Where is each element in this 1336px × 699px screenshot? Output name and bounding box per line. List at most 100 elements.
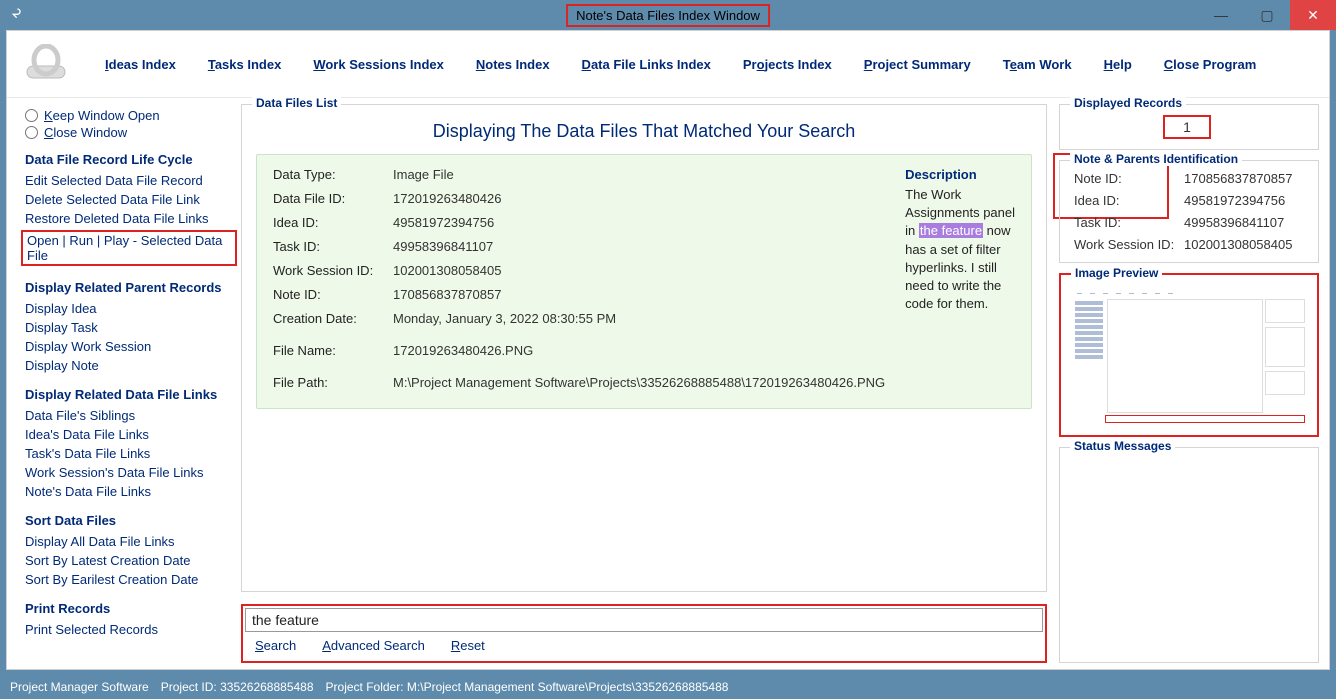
v-parents-note: 170856837870857 (1184, 171, 1304, 186)
menu-project-summary[interactable]: Project Summary (864, 57, 971, 72)
menu-team-work[interactable]: Team Work (1003, 57, 1072, 72)
search-area-annotation: Search Advanced Search Reset (241, 604, 1047, 663)
menu-notes-index[interactable]: Notes Index (476, 57, 550, 72)
radio-keep-window-open[interactable]: Keep Window Open (25, 108, 237, 123)
k-ws-id: Work Session ID: (273, 263, 393, 278)
sidebar-ws-links[interactable]: Work Session's Data File Links (25, 463, 237, 482)
sidebar-task-links[interactable]: Task's Data File Links (25, 444, 237, 463)
maximize-button[interactable]: ▢ (1244, 0, 1290, 30)
menu-projects-index[interactable]: Projects Index (743, 57, 832, 72)
note-parents-panel: Note & Parents Identification Note ID: 1… (1059, 160, 1319, 263)
status-bar: Project Manager Software Project ID: 335… (0, 676, 1336, 698)
description-head: Description (905, 167, 1015, 182)
v-ws-id: 102001308058405 (393, 263, 885, 278)
menu-ideas-index[interactable]: Ideas Index (105, 57, 176, 72)
sidebar-restore-links[interactable]: Restore Deleted Data File Links (25, 209, 237, 228)
sidebar-sort-earliest[interactable]: Sort By Earilest Creation Date (25, 570, 237, 589)
record-card[interactable]: Data Type: Image File Data File ID: 1720… (256, 154, 1032, 409)
sidebar-delete-link[interactable]: Delete Selected Data File Link (25, 190, 237, 209)
k-data-file-id: Data File ID: (273, 191, 393, 206)
k-task-id: Task ID: (273, 239, 393, 254)
sidebar: Keep Window Open Close Window Data File … (7, 98, 237, 669)
title-bar: Note's Data Files Index Window — ▢ ✕ (0, 0, 1336, 30)
top-menu: Ideas Index Tasks Index Work Sessions In… (7, 31, 1329, 98)
sidebar-edit-record[interactable]: Edit Selected Data File Record (25, 171, 237, 190)
v-file-path: M:\Project Management Software\Projects\… (393, 375, 885, 390)
radio-close-input[interactable] (25, 126, 38, 139)
k-parents-note: Note ID: (1074, 171, 1184, 186)
window-title: Note's Data Files Index Window (576, 8, 760, 23)
k-file-path: File Path: (273, 375, 393, 390)
sidebar-open-run-play[interactable]: Open | Run | Play - Selected Data File (25, 228, 237, 268)
minimize-button[interactable]: — (1198, 0, 1244, 30)
k-parents-idea: Idea ID: (1074, 193, 1184, 208)
status-messages-legend: Status Messages (1070, 439, 1175, 453)
v-data-type: Image File (393, 167, 885, 182)
sidebar-display-worksession[interactable]: Display Work Session (25, 337, 237, 356)
displayed-records-legend: Displayed Records (1070, 96, 1186, 110)
k-idea-id: Idea ID: (273, 215, 393, 230)
sidebar-sort-latest[interactable]: Sort By Latest Creation Date (25, 551, 237, 570)
v-idea-id: 49581972394756 (393, 215, 885, 230)
v-note-id: 170856837870857 (393, 287, 885, 302)
v-parents-ws: 102001308058405 (1184, 237, 1304, 252)
description-text: The Work Assignments panel in the featur… (905, 186, 1015, 313)
advanced-search-button[interactable]: Advanced Search (322, 638, 425, 653)
close-button[interactable]: ✕ (1290, 0, 1336, 30)
displayed-records-panel: Displayed Records 1 (1059, 104, 1319, 150)
right-column: Displayed Records 1 Note & Parents Ident… (1057, 98, 1329, 669)
search-input[interactable] (245, 608, 1043, 632)
menu-ideas-label: deas Index (109, 57, 176, 72)
image-preview-legend: Image Preview (1071, 266, 1162, 280)
sidebar-note-links[interactable]: Note's Data File Links (25, 482, 237, 501)
v-task-id: 49958396841107 (393, 239, 885, 254)
image-preview-thumbnail[interactable]: ———————— (1069, 285, 1309, 427)
sidebar-siblings[interactable]: Data File's Siblings (25, 406, 237, 425)
list-title: Displaying The Data Files That Matched Y… (256, 121, 1032, 142)
k-file-name: File Name: (273, 343, 393, 358)
status-app-name: Project Manager Software (10, 680, 149, 694)
radio-keep-open-input[interactable] (25, 109, 38, 122)
v-parents-task: 49958396841107 (1184, 215, 1304, 230)
image-preview-panel: Image Preview ———————— (1059, 273, 1319, 437)
sidebar-display-note[interactable]: Display Note (25, 356, 237, 375)
reset-button[interactable]: Reset (451, 638, 485, 653)
search-button[interactable]: Search (255, 638, 296, 653)
status-project-id: Project ID: 33526268885488 (161, 680, 314, 694)
sidebar-display-all[interactable]: Display All Data File Links (25, 532, 237, 551)
sidebar-idea-links[interactable]: Idea's Data File Links (25, 425, 237, 444)
k-data-type: Data Type: (273, 167, 393, 182)
v-data-file-id: 172019263480426 (393, 191, 885, 206)
note-parents-legend: Note & Parents Identification (1070, 152, 1242, 166)
k-parents-ws: Work Session ID: (1074, 237, 1184, 252)
menu-close-program[interactable]: Close Program (1164, 57, 1256, 72)
menu-help[interactable]: Help (1104, 57, 1132, 72)
v-creation-date: Monday, January 3, 2022 08:30:55 PM (393, 311, 885, 326)
data-files-list-legend: Data Files List (252, 96, 341, 110)
sidebar-display-task[interactable]: Display Task (25, 318, 237, 337)
section-links-head: Display Related Data File Links (25, 387, 237, 402)
sidebar-print-selected[interactable]: Print Selected Records (25, 620, 237, 639)
app-window: Ideas Index Tasks Index Work Sessions In… (6, 30, 1330, 670)
v-parents-idea: 49581972394756 (1184, 193, 1304, 208)
app-icon (8, 6, 26, 24)
sidebar-display-idea[interactable]: Display Idea (25, 299, 237, 318)
section-print-head: Print Records (25, 601, 237, 616)
status-project-folder: Project Folder: M:\Project Management So… (326, 680, 729, 694)
record-kv: Data Type: Image File Data File ID: 1720… (273, 167, 885, 390)
menu-tasks-index[interactable]: Tasks Index (208, 57, 281, 72)
section-lifecycle-head: Data File Record Life Cycle (25, 152, 237, 167)
radio-close-window[interactable]: Close Window (25, 125, 237, 140)
section-parents-head: Display Related Parent Records (25, 280, 237, 295)
k-parents-task: Task ID: (1074, 215, 1184, 230)
logo-icon (19, 43, 73, 85)
menu-data-file-links-index[interactable]: Data File Links Index (582, 57, 711, 72)
k-creation-date: Creation Date: (273, 311, 393, 326)
status-messages-panel: Status Messages (1059, 447, 1319, 663)
section-sort-head: Sort Data Files (25, 513, 237, 528)
data-files-list-panel: Data Files List Displaying The Data File… (241, 104, 1047, 592)
description-highlight: the feature (919, 223, 983, 238)
description-column: Description The Work Assignments panel i… (905, 167, 1015, 390)
menu-work-sessions-index[interactable]: Work Sessions Index (313, 57, 444, 72)
v-file-name: 172019263480426.PNG (393, 343, 885, 358)
